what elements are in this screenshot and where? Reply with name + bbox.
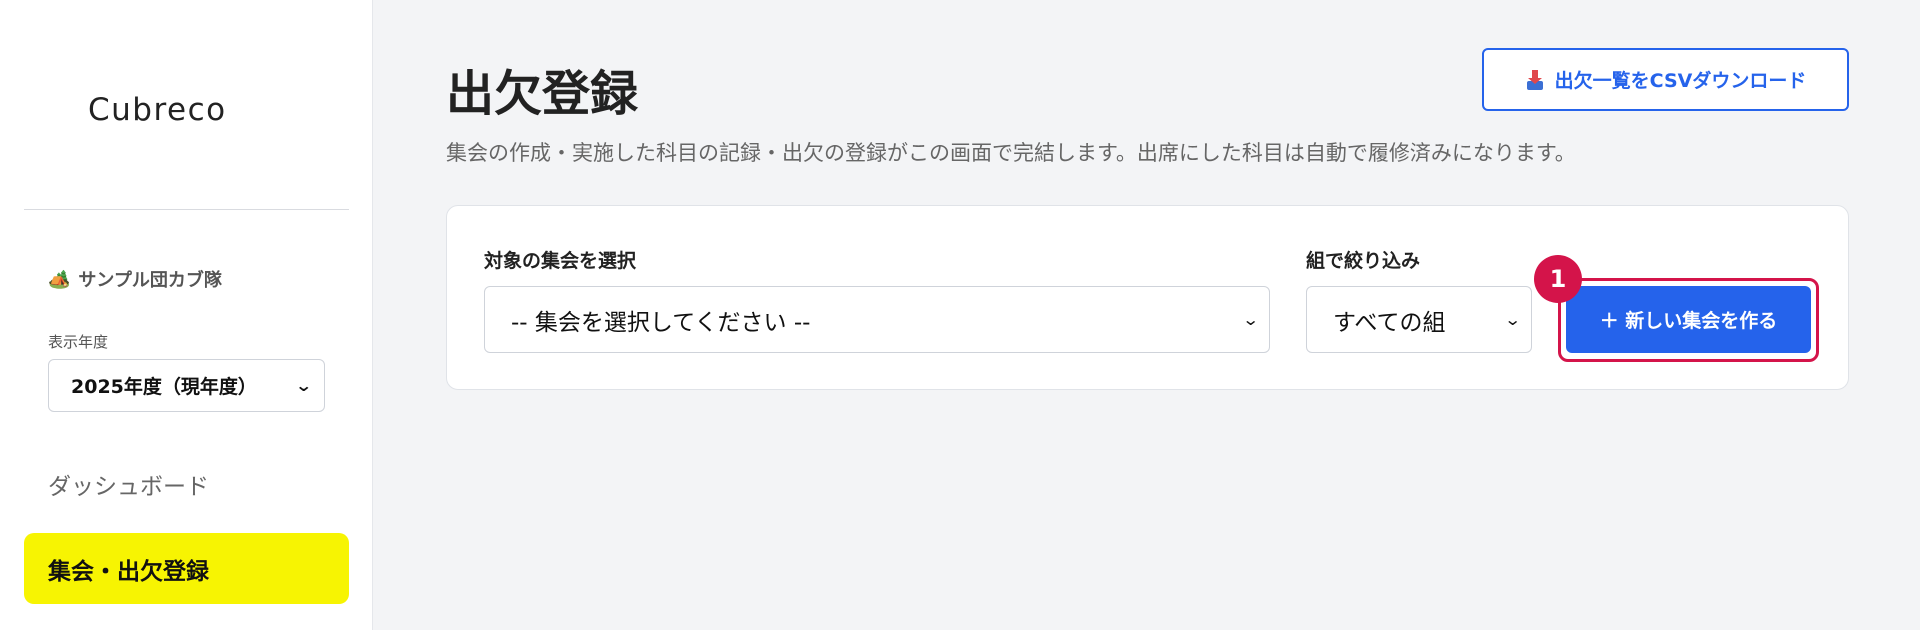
meeting-select-label: 対象の集会を選択: [484, 250, 637, 272]
page-title: 出欠登録: [446, 66, 639, 122]
meeting-select-value: -- 集会を選択してください --: [511, 309, 811, 336]
new-meeting-button[interactable]: ＋ 新しい集会を作る: [1566, 286, 1811, 353]
chevron-down-icon: ⌄: [294, 376, 313, 395]
nav-item-attendance[interactable]: 集会・出欠登録: [24, 533, 349, 604]
csv-download-label: 出欠一覧をCSVダウンロード: [1554, 70, 1807, 92]
filter-card: 対象の集会を選択 -- 集会を選択してください -- ⌄ 組で絞り込み すべての…: [446, 205, 1849, 390]
page-description: 集会の作成・実施した科目の記録・出欠の登録がこの画面で完結します。出席にした科目…: [446, 141, 1576, 165]
group-filter-label: 組で絞り込み: [1306, 250, 1421, 272]
camp-icon: 🏕️: [48, 268, 71, 290]
download-tray-icon: [1525, 69, 1545, 90]
year-select[interactable]: 2025年度（現年度） ⌄: [48, 359, 325, 412]
step-badge: 1: [1534, 255, 1582, 303]
nav-item-label: 集会・出欠登録: [48, 558, 209, 585]
app-logo[interactable]: Cubreco: [88, 92, 227, 128]
nav-item-label: ダッシュボード: [48, 474, 209, 500]
year-select-value: 2025年度（現年度）: [71, 376, 257, 398]
chevron-down-icon: ⌄: [1503, 310, 1522, 329]
chevron-down-icon: ⌄: [1241, 310, 1260, 329]
group-filter-value: すべての組: [1333, 309, 1446, 336]
group-name: 🏕️ サンプル団カブ隊: [48, 266, 222, 292]
nav-item-dashboard[interactable]: ダッシュボード: [24, 464, 349, 504]
meeting-select[interactable]: -- 集会を選択してください -- ⌄: [484, 286, 1270, 353]
sidebar-divider: [24, 209, 349, 210]
group-name-label: サンプル団カブ隊: [78, 270, 222, 291]
year-label: 表示年度: [48, 333, 109, 351]
sidebar: Cubreco 🏕️ サンプル団カブ隊 表示年度 2025年度（現年度） ⌄ ダ…: [0, 0, 373, 630]
csv-download-button[interactable]: 出欠一覧をCSVダウンロード: [1482, 48, 1849, 111]
group-filter-select[interactable]: すべての組 ⌄: [1306, 286, 1532, 353]
